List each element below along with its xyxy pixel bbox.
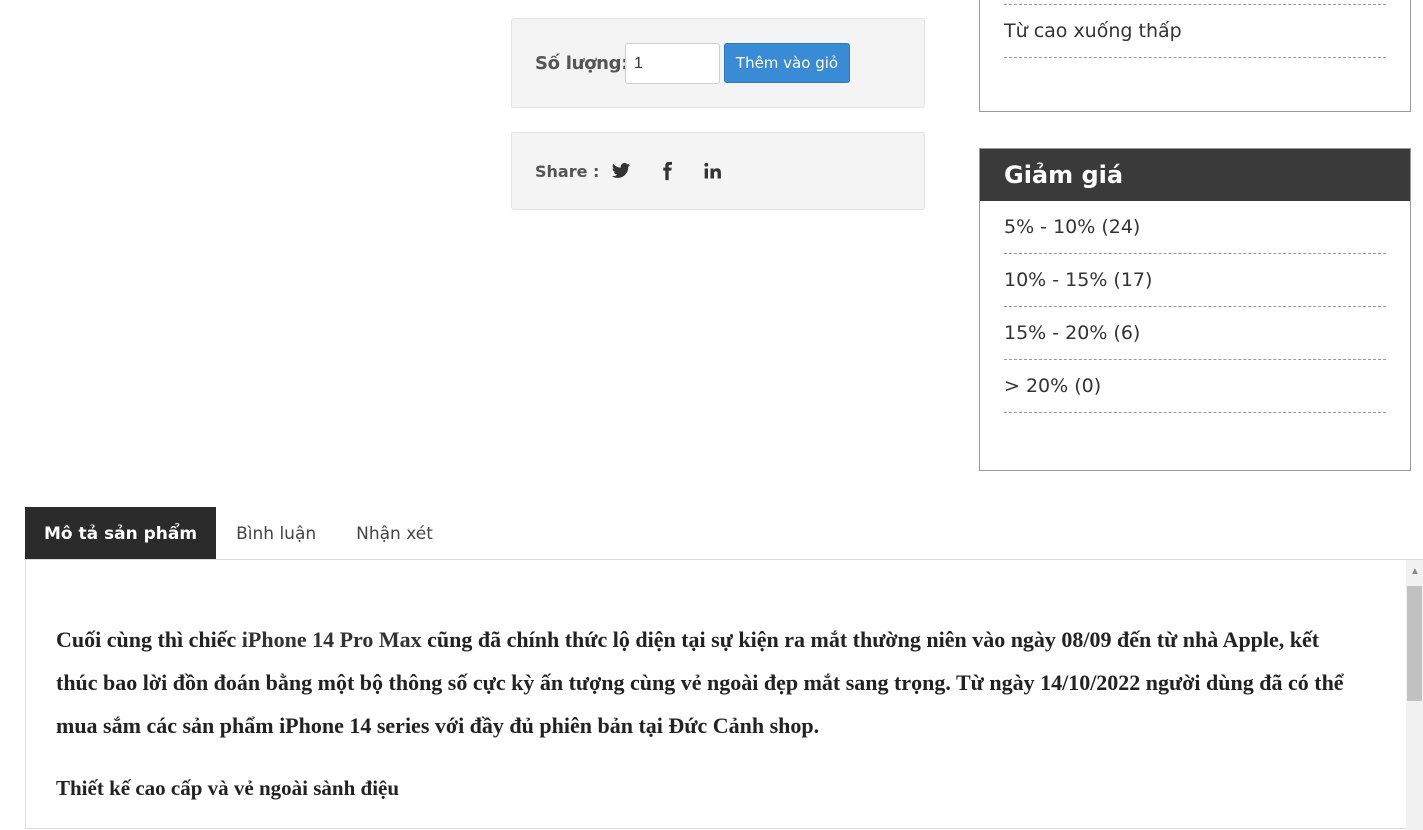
- sort-option-high-to-low[interactable]: Từ cao xuống thấp: [1004, 4, 1386, 58]
- quantity-box: Số lượng: Thêm vào giỏ: [511, 18, 925, 108]
- description-scrollbar[interactable]: ▲: [1406, 560, 1423, 830]
- share-label: Share :: [535, 162, 600, 181]
- discount-option[interactable]: 10% - 15% (17): [1004, 254, 1386, 307]
- sort-panel: Từ cao xuống thấp: [979, 0, 1411, 112]
- discount-panel-title: Giảm giá: [980, 149, 1410, 201]
- product-name-link[interactable]: iPhone 14 Pro Max: [242, 627, 422, 652]
- linkedin-icon[interactable]: [703, 161, 725, 183]
- description-paragraph: Cuối cùng thì chiếc iPhone 14 Pro Max cũ…: [56, 618, 1366, 747]
- share-box: Share :: [511, 132, 925, 210]
- tab-description[interactable]: Mô tả sản phẩm: [25, 507, 217, 560]
- twitter-icon[interactable]: [611, 161, 633, 183]
- discount-option[interactable]: 15% - 20% (6): [1004, 307, 1386, 360]
- discount-option[interactable]: 5% - 10% (24): [1004, 201, 1386, 254]
- scroll-up-arrow-icon[interactable]: ▲: [1406, 560, 1423, 582]
- add-to-cart-button[interactable]: Thêm vào giỏ: [724, 43, 850, 83]
- discount-option[interactable]: > 20% (0): [1004, 360, 1386, 413]
- product-tabs: Mô tả sản phẩm Bình luận Nhận xét: [25, 507, 453, 560]
- discount-panel: Giảm giá 5% - 10% (24) 10% - 15% (17) 15…: [979, 148, 1411, 471]
- description-subheading: Thiết kế cao cấp và vẻ ngoài sành điệu: [56, 776, 400, 800]
- scroll-thumb[interactable]: [1407, 586, 1422, 701]
- description-content: Cuối cùng thì chiếc iPhone 14 Pro Max cũ…: [25, 559, 1423, 830]
- tab-reviews[interactable]: Nhận xét: [336, 507, 453, 560]
- tab-comments[interactable]: Bình luận: [216, 507, 336, 560]
- description-intro-before: Cuối cùng thì chiếc: [56, 627, 242, 652]
- facebook-icon[interactable]: [657, 161, 679, 183]
- quantity-input[interactable]: [625, 43, 720, 84]
- quantity-label: Số lượng:: [535, 53, 629, 74]
